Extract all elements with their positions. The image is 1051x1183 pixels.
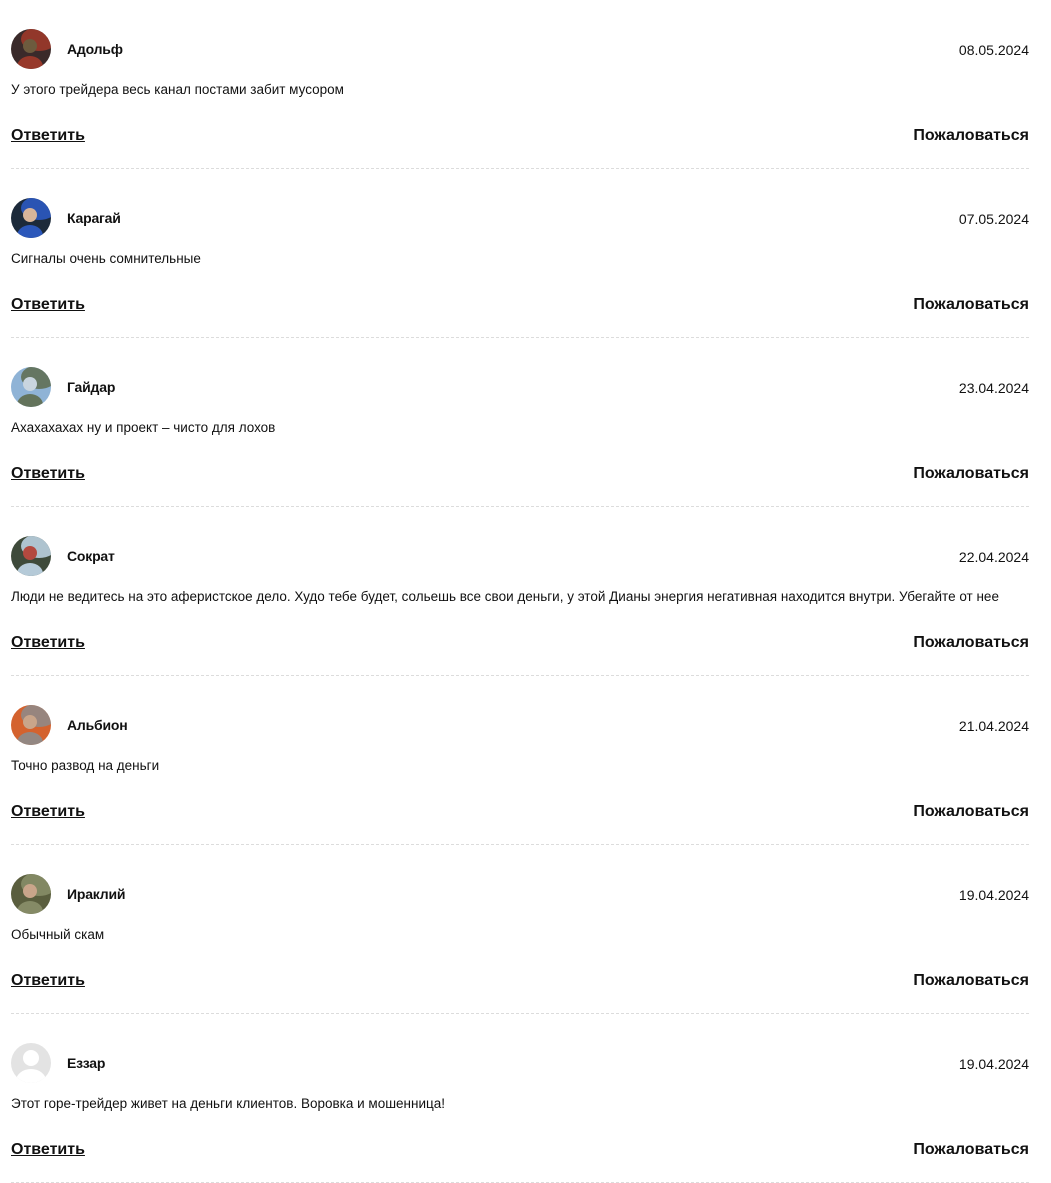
- comment-header: Еззар 19.04.2024: [11, 1043, 1029, 1083]
- comment-header: Гайдар 23.04.2024: [11, 367, 1029, 407]
- comment-date: 21.04.2024: [958, 718, 1029, 734]
- comment-author: Еззар: [67, 1055, 106, 1071]
- comment-text: Обычный скам: [11, 927, 105, 942]
- comment-header: Сократ 22.04.2024: [11, 536, 1029, 576]
- avatar: [11, 536, 51, 576]
- reply-link[interactable]: Ответить: [11, 464, 85, 484]
- comment-text: У этого трейдера весь канал постами заби…: [11, 82, 344, 97]
- comment-date: 23.04.2024: [958, 380, 1029, 396]
- comment-text: Сигналы очень сомнительные: [11, 251, 201, 266]
- reply-link[interactable]: Ответить: [11, 1140, 85, 1160]
- reply-link[interactable]: Ответить: [11, 802, 85, 822]
- reply-link[interactable]: Ответить: [11, 126, 85, 146]
- comment-date: 19.04.2024: [958, 887, 1029, 903]
- comment-date: 22.04.2024: [958, 549, 1029, 565]
- report-link[interactable]: Пожаловаться: [913, 1140, 1029, 1160]
- comment-text: Ахахахахах ну и проект – чисто для лохов: [11, 420, 276, 435]
- avatar: [11, 198, 51, 238]
- comment-item: Карагай 07.05.2024 Сигналы очень сомнитель…: [11, 169, 1029, 338]
- comment-header: Карагай 07.05.2024: [11, 198, 1029, 238]
- comment-item: Еззар 19.04.2024 Этот горе-трейдер живет н…: [11, 1014, 1029, 1183]
- reply-link[interactable]: Ответить: [11, 295, 85, 315]
- comment-header: Альбион 21.04.2024: [11, 705, 1029, 745]
- report-link[interactable]: Пожаловаться: [913, 126, 1029, 146]
- comment-header: Ираклий 19.04.2024: [11, 874, 1029, 914]
- reply-link[interactable]: Ответить: [11, 971, 85, 991]
- comment-author: Альбион: [67, 717, 128, 733]
- comment-text: Люди не ведитесь на это аферистское дело…: [11, 589, 999, 604]
- comment-text: Этот горе-трейдер живет на деньги клиент…: [11, 1096, 445, 1111]
- report-link[interactable]: Пожаловаться: [913, 802, 1029, 822]
- avatar: [11, 29, 51, 69]
- comment-author: Адольф: [67, 41, 123, 57]
- comment-item: Сократ 22.04.2024 Люди не ведитесь на это …: [11, 507, 1029, 676]
- comment-date: 19.04.2024: [958, 1056, 1029, 1072]
- reply-link[interactable]: Ответить: [11, 633, 85, 653]
- avatar: [11, 367, 51, 407]
- comment-author: Карагай: [67, 210, 121, 226]
- comment-author: Ираклий: [67, 886, 126, 902]
- comment-date: 07.05.2024: [958, 211, 1029, 227]
- comment-item: Гайдар 23.04.2024 Ахахахахах ну и проект –…: [11, 338, 1029, 507]
- report-link[interactable]: Пожаловаться: [913, 295, 1029, 315]
- comment-header: Адольф 08.05.2024: [11, 29, 1029, 69]
- comment-author: Гайдар: [67, 379, 116, 395]
- comment-date: 08.05.2024: [958, 42, 1029, 58]
- comment-item: Альбион 21.04.2024 Точно развод на деньги О…: [11, 676, 1029, 845]
- comment-item: Ираклий 19.04.2024 Обычный скам Ответить Пож…: [11, 845, 1029, 1014]
- report-link[interactable]: Пожаловаться: [913, 971, 1029, 991]
- report-link[interactable]: Пожаловаться: [913, 633, 1029, 653]
- avatar: [11, 874, 51, 914]
- comments-list: Адольф 08.05.2024 У этого трейдера весь ка…: [11, 0, 1029, 1183]
- avatar: [11, 1043, 51, 1083]
- report-link[interactable]: Пожаловаться: [913, 464, 1029, 484]
- comment-text: Точно развод на деньги: [11, 758, 160, 773]
- comment-item: Адольф 08.05.2024 У этого трейдера весь ка…: [11, 0, 1029, 169]
- comment-author: Сократ: [67, 548, 115, 564]
- avatar: [11, 705, 51, 745]
